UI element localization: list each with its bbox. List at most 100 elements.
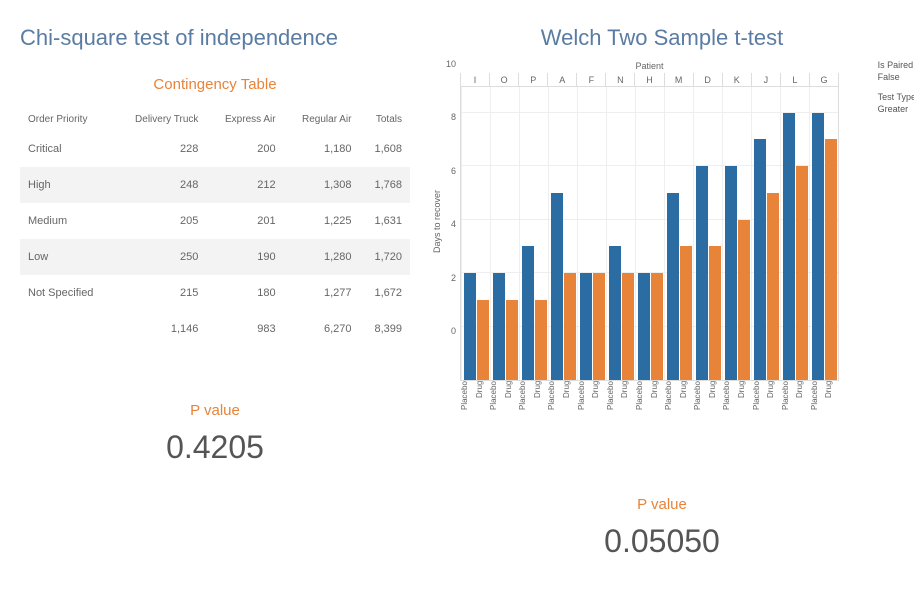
- bar-placebo: [696, 166, 708, 380]
- bar-drug: [767, 193, 779, 380]
- cell-value: 1,280: [284, 239, 360, 275]
- contingency-table: Order Priority Delivery Truck Express Ai…: [20, 108, 410, 347]
- xlabel-drug: Drug: [475, 381, 490, 431]
- ytick: 2: [451, 273, 456, 283]
- row-label: Not Specified: [20, 275, 114, 311]
- patient-label: P: [518, 73, 547, 86]
- xlabel-drug: Drug: [620, 381, 635, 431]
- bar-drug: [738, 220, 750, 380]
- table-row: Medium2052011,2251,631: [20, 203, 410, 239]
- table-header: Order Priority: [20, 108, 114, 131]
- bar-group: [461, 87, 490, 380]
- row-label: Medium: [20, 203, 114, 239]
- pvalue-left: 0.4205: [20, 429, 410, 466]
- bar-group: [809, 87, 838, 380]
- xlabel-placebo: Placebo: [781, 381, 796, 431]
- xlabel-placebo: Placebo: [693, 381, 708, 431]
- bar-drug: [535, 300, 547, 380]
- bar-placebo: [725, 166, 737, 380]
- xlabel-drug: Drug: [679, 381, 694, 431]
- patient-label: O: [489, 73, 518, 86]
- xlabel-placebo: Placebo: [752, 381, 767, 431]
- bar-group: [780, 87, 809, 380]
- cell-value: 200: [206, 131, 283, 167]
- cell-value: 1,225: [284, 203, 360, 239]
- patient-label: G: [809, 73, 838, 86]
- cell-value: 228: [114, 131, 206, 167]
- cell-value: 1,308: [284, 167, 360, 203]
- total-cell: 6,270: [284, 311, 360, 347]
- patient-header: Patient: [460, 61, 839, 73]
- yaxis-label: Days to recover: [430, 61, 442, 381]
- ytick: 4: [451, 219, 456, 229]
- xlabel-drug: Drug: [766, 381, 781, 431]
- bar-placebo: [551, 193, 563, 380]
- bar-placebo: [464, 273, 476, 380]
- pvalue-label-right: P value: [430, 496, 894, 513]
- welch-title: Welch Two Sample t-test: [430, 25, 894, 51]
- cell-value: 1,631: [359, 203, 410, 239]
- cell-value: 180: [206, 275, 283, 311]
- cell-value: 1,768: [359, 167, 410, 203]
- xlabel-drug: Drug: [650, 381, 665, 431]
- bar-placebo: [609, 246, 621, 380]
- xlabel-drug: Drug: [824, 381, 839, 431]
- total-cell: 8,399: [359, 311, 410, 347]
- total-cell: 1,146: [114, 311, 206, 347]
- yaxis-ticks: 0246810: [442, 61, 460, 381]
- patient-label: I: [461, 73, 489, 86]
- bar-group: [606, 87, 635, 380]
- cell-value: 248: [114, 167, 206, 203]
- chi-square-title: Chi-square test of independence: [20, 25, 410, 51]
- bar-placebo: [522, 246, 534, 380]
- bar-placebo: [580, 273, 592, 380]
- chi-square-panel: Chi-square test of independence Continge…: [0, 0, 420, 608]
- bar-drug: [593, 273, 605, 380]
- xlabel-placebo: Placebo: [664, 381, 679, 431]
- xaxis-labels: PlaceboDrugPlaceboDrugPlaceboDrugPlacebo…: [460, 381, 839, 431]
- cell-value: 250: [114, 239, 206, 275]
- patient-label: L: [780, 73, 809, 86]
- table-row: Critical2282001,1801,608: [20, 131, 410, 167]
- bar-group: [751, 87, 780, 380]
- bar-placebo: [812, 113, 824, 380]
- table-row: Not Specified2151801,2771,672: [20, 275, 410, 311]
- patient-label: M: [664, 73, 693, 86]
- pvalue-label-left: P value: [20, 402, 410, 419]
- contingency-subtitle: Contingency Table: [20, 76, 410, 93]
- bar-placebo: [667, 193, 679, 380]
- bar-group: [722, 87, 751, 380]
- ytick: 6: [451, 166, 456, 176]
- xlabel-placebo: Placebo: [635, 381, 650, 431]
- pvalue-right: 0.05050: [430, 523, 894, 560]
- bar-drug: [825, 139, 837, 380]
- table-header: Regular Air: [284, 108, 360, 131]
- bar-placebo: [783, 113, 795, 380]
- bar-placebo: [638, 273, 650, 380]
- bar-group: [548, 87, 577, 380]
- xlabel-drug: Drug: [533, 381, 548, 431]
- row-label: Critical: [20, 131, 114, 167]
- cell-value: 1,672: [359, 275, 410, 311]
- table-header: Totals: [359, 108, 410, 131]
- bar-placebo: [754, 139, 766, 380]
- xlabel-drug: Drug: [737, 381, 752, 431]
- xlabel-drug: Drug: [795, 381, 810, 431]
- patient-label: A: [547, 73, 576, 86]
- bar-drug: [477, 300, 489, 380]
- patient-label: K: [722, 73, 751, 86]
- bar-group: [490, 87, 519, 380]
- xlabel-placebo: Placebo: [722, 381, 737, 431]
- bar-drug: [506, 300, 518, 380]
- xlabel-placebo: Placebo: [577, 381, 592, 431]
- bar-drug: [680, 246, 692, 380]
- bar-drug: [564, 273, 576, 380]
- xlabel-placebo: Placebo: [810, 381, 825, 431]
- total-cell: 983: [206, 311, 283, 347]
- cell-value: 212: [206, 167, 283, 203]
- cell-value: 1,720: [359, 239, 410, 275]
- table-row: High2482121,3081,768: [20, 167, 410, 203]
- bars-area: [460, 87, 839, 381]
- xlabel-placebo: Placebo: [460, 381, 475, 431]
- cell-value: 1,277: [284, 275, 360, 311]
